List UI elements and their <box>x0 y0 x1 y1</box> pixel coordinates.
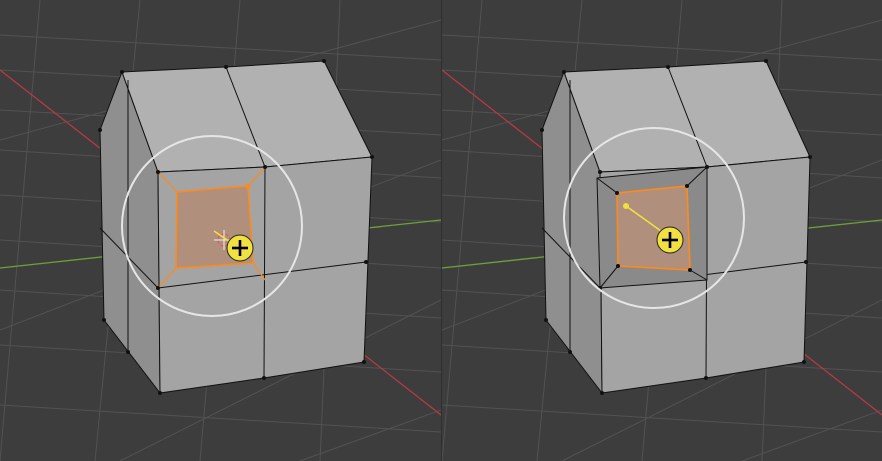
scene-right[interactable] <box>442 0 882 461</box>
selected-face-right[interactable] <box>616 185 691 271</box>
viewport-left[interactable] <box>0 0 441 461</box>
drag-anchor <box>623 203 629 209</box>
scene-left[interactable] <box>0 0 441 461</box>
roof-face <box>121 60 373 173</box>
plus-in-yellow-circle-icon[interactable] <box>226 234 254 262</box>
viewport-right[interactable] <box>442 0 882 461</box>
plus-in-yellow-circle-icon[interactable] <box>656 226 684 254</box>
